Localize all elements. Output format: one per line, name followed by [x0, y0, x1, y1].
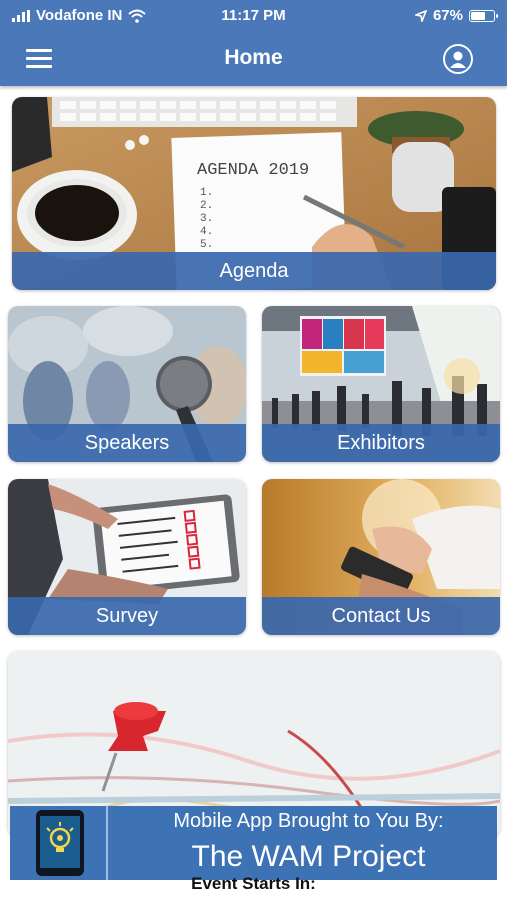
battery-percent: 67% [432, 7, 463, 24]
banner-company-name: The WAM Project [191, 840, 426, 873]
survey-tile[interactable]: Survey [8, 479, 246, 635]
user-profile-icon[interactable] [443, 44, 473, 74]
page-title: Home [224, 46, 283, 69]
svg-text:3.: 3. [200, 213, 213, 225]
speakers-tile[interactable]: Speakers [8, 306, 246, 462]
svg-text:4.: 4. [200, 226, 213, 238]
agenda-tile[interactable]: AGENDA 2019 1. 2. 3. 4. 5. Agenda [12, 97, 496, 290]
speakers-label: Speakers [8, 424, 246, 462]
agenda-label: Agenda [12, 252, 496, 290]
svg-text:5.: 5. [200, 239, 213, 251]
svg-text:2.: 2. [200, 200, 213, 212]
exhibitors-tile[interactable]: Exhibitors [262, 306, 500, 462]
svg-text:1.: 1. [200, 187, 213, 199]
banner-divider [106, 806, 108, 880]
wam-logo-phone-icon [36, 810, 84, 876]
battery-icon [469, 9, 498, 22]
status-right: 67% [414, 7, 498, 24]
location-arrow-icon [414, 9, 427, 22]
event-countdown-label: Event Starts In: [191, 874, 316, 893]
app-header: Home [0, 30, 507, 86]
survey-label: Survey [8, 597, 246, 635]
banner-tagline: Mobile App Brought to You By: [173, 810, 444, 832]
sponsor-banner[interactable]: Mobile App Brought to You By: The WAM Pr… [10, 806, 497, 880]
contact-us-label: Contact Us [262, 597, 500, 635]
status-bar: Vodafone IN 11:17 PM 67% [0, 0, 507, 30]
exhibitors-label: Exhibitors [262, 424, 500, 462]
agenda-image-text: AGENDA 2019 [197, 161, 309, 180]
contact-us-tile[interactable]: Contact Us [262, 479, 500, 635]
